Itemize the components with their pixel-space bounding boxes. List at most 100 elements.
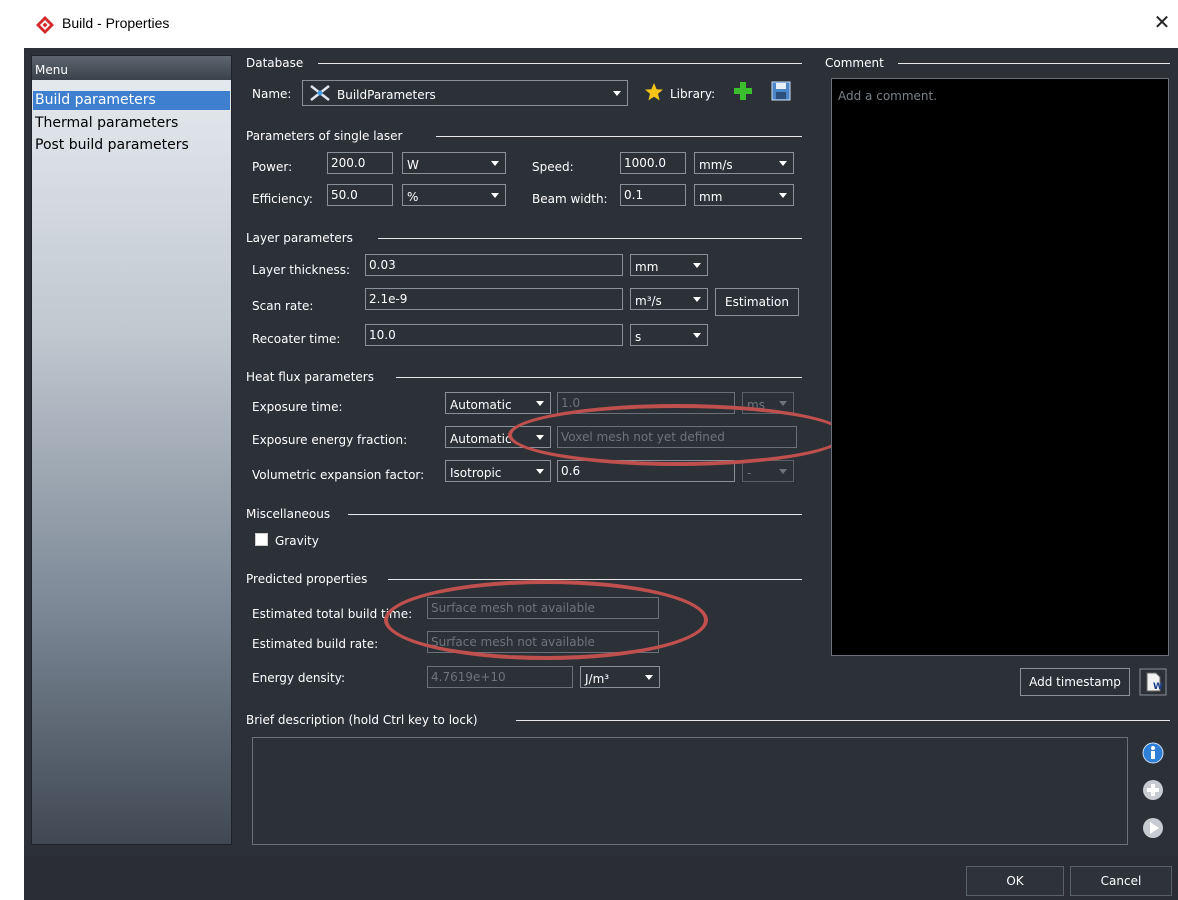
app-logo-icon xyxy=(36,16,54,34)
divider xyxy=(388,579,802,580)
layer-thickness-unit-select[interactable]: mm xyxy=(630,254,708,276)
close-icon[interactable]: ✕ xyxy=(1150,10,1174,34)
chevron-down-icon xyxy=(531,394,549,412)
plus-circle-icon[interactable] xyxy=(1140,777,1166,803)
speed-input[interactable]: 1000.0 xyxy=(620,152,686,174)
chevron-down-icon xyxy=(486,154,504,172)
efficiency-unit-select[interactable]: % xyxy=(402,184,506,206)
speed-unit-select[interactable]: mm/s xyxy=(694,152,794,174)
document-word-icon[interactable]: W xyxy=(1139,668,1167,696)
scan-rate-unit-value: m³/s xyxy=(635,294,662,308)
divider xyxy=(396,377,802,378)
menu-item-thermal-parameters[interactable]: Thermal parameters xyxy=(33,114,230,133)
miscellaneous-heading: Miscellaneous xyxy=(246,507,331,521)
beam-width-unit-value: mm xyxy=(699,190,723,204)
beam-width-unit-select[interactable]: mm xyxy=(694,184,794,206)
heat-flux-heading: Heat flux parameters xyxy=(246,370,374,384)
power-input[interactable]: 200.0 xyxy=(327,152,393,174)
database-name-value: BuildParameters xyxy=(337,88,436,102)
estimation-button[interactable]: Estimation xyxy=(715,288,799,316)
library-label: Library: xyxy=(670,87,716,101)
scan-rate-label: Scan rate: xyxy=(252,299,314,313)
database-name-select[interactable]: BuildParameters xyxy=(302,80,628,106)
layer-thickness-input[interactable]: 0.03 xyxy=(365,254,623,276)
chevron-down-icon xyxy=(688,290,706,308)
divider xyxy=(898,63,1170,64)
energy-fraction-mode-value: Automatic xyxy=(450,432,512,446)
expansion-factor-unit-select[interactable]: - xyxy=(742,460,794,482)
expansion-factor-unit-value: - xyxy=(747,466,752,480)
title-bar: Build - Properties ✕ xyxy=(0,0,1178,48)
build-rate-label: Estimated build rate: xyxy=(252,637,379,651)
name-label: Name: xyxy=(252,87,292,101)
star-icon[interactable] xyxy=(644,82,664,102)
divider xyxy=(348,514,802,515)
build-parameters-icon xyxy=(310,85,330,101)
window-title: Build - Properties xyxy=(62,15,170,31)
gravity-checkbox[interactable] xyxy=(255,533,268,546)
efficiency-unit-value: % xyxy=(407,190,419,204)
recoater-time-input[interactable]: 10.0 xyxy=(365,324,623,346)
layer-heading: Layer parameters xyxy=(246,231,353,245)
cancel-button[interactable]: Cancel xyxy=(1070,866,1172,896)
chevron-down-icon xyxy=(640,668,658,686)
chevron-down-icon xyxy=(774,154,792,172)
chevron-down-icon xyxy=(486,186,504,204)
annotation-ellipse xyxy=(508,404,846,466)
scan-rate-unit-select[interactable]: m³/s xyxy=(630,288,708,310)
energy-density-unit-select[interactable]: J/m³ xyxy=(580,666,660,688)
single-laser-heading: Parameters of single laser xyxy=(246,129,403,143)
save-library-icon[interactable] xyxy=(770,80,792,102)
recoater-time-unit-select[interactable]: s xyxy=(630,324,708,346)
comment-textarea[interactable]: Add a comment. xyxy=(831,78,1169,656)
ok-button[interactable]: OK xyxy=(966,866,1064,896)
menu-item-build-parameters[interactable]: Build parameters xyxy=(33,91,230,110)
beam-width-input[interactable]: 0.1 xyxy=(620,184,686,206)
power-unit-value: W xyxy=(407,158,419,172)
efficiency-label: Efficiency: xyxy=(252,192,313,206)
exposure-time-mode-select[interactable]: Automatic xyxy=(445,392,551,414)
svg-text:W: W xyxy=(1153,682,1163,692)
predicted-properties-heading: Predicted properties xyxy=(246,572,368,586)
power-label: Power: xyxy=(252,160,293,174)
energy-fraction-label: Exposure energy fraction: xyxy=(252,433,408,447)
divider xyxy=(378,238,802,239)
speed-label: Speed: xyxy=(532,160,574,174)
chevron-down-icon xyxy=(774,462,792,480)
layer-thickness-label: Layer thickness: xyxy=(252,263,350,277)
divider xyxy=(436,136,802,137)
energy-density-output: 4.7619e+10 xyxy=(427,666,573,688)
info-icon[interactable] xyxy=(1140,740,1166,766)
menu-item-post-build-parameters[interactable]: Post build parameters xyxy=(33,136,230,155)
play-circle-icon[interactable] xyxy=(1140,815,1166,841)
power-unit-select[interactable]: W xyxy=(402,152,506,174)
expansion-factor-label: Volumetric expansion factor: xyxy=(252,468,425,482)
beam-width-label: Beam width: xyxy=(532,192,608,206)
comment-heading: Comment xyxy=(825,56,884,70)
menu-header: Menu xyxy=(32,56,231,80)
recoater-time-unit-value: s xyxy=(635,330,642,344)
chevron-down-icon xyxy=(531,462,549,480)
divider xyxy=(318,63,802,64)
energy-density-unit-value: J/m³ xyxy=(585,672,610,686)
speed-unit-value: mm/s xyxy=(699,158,733,172)
exposure-time-label: Exposure time: xyxy=(252,400,343,414)
expansion-factor-mode-value: Isotropic xyxy=(450,466,502,480)
scan-rate-input[interactable]: 2.1e-9 xyxy=(365,288,623,310)
add-library-icon[interactable] xyxy=(732,80,754,102)
efficiency-input[interactable]: 50.0 xyxy=(327,184,393,206)
annotation-ellipse xyxy=(384,580,708,660)
chevron-down-icon xyxy=(608,84,626,102)
exposure-time-mode-value: Automatic xyxy=(450,398,512,412)
add-timestamp-button[interactable]: Add timestamp xyxy=(1020,668,1130,696)
database-heading: Database xyxy=(246,56,304,70)
expansion-factor-mode-select[interactable]: Isotropic xyxy=(445,460,551,482)
energy-density-label: Energy density: xyxy=(252,671,345,685)
gravity-label: Gravity xyxy=(275,534,319,548)
comment-placeholder: Add a comment. xyxy=(838,89,938,103)
divider xyxy=(516,720,1170,721)
chevron-down-icon xyxy=(688,326,706,344)
chevron-down-icon xyxy=(688,256,706,274)
layer-thickness-unit-value: mm xyxy=(635,260,659,274)
brief-description-textarea[interactable] xyxy=(252,737,1128,845)
